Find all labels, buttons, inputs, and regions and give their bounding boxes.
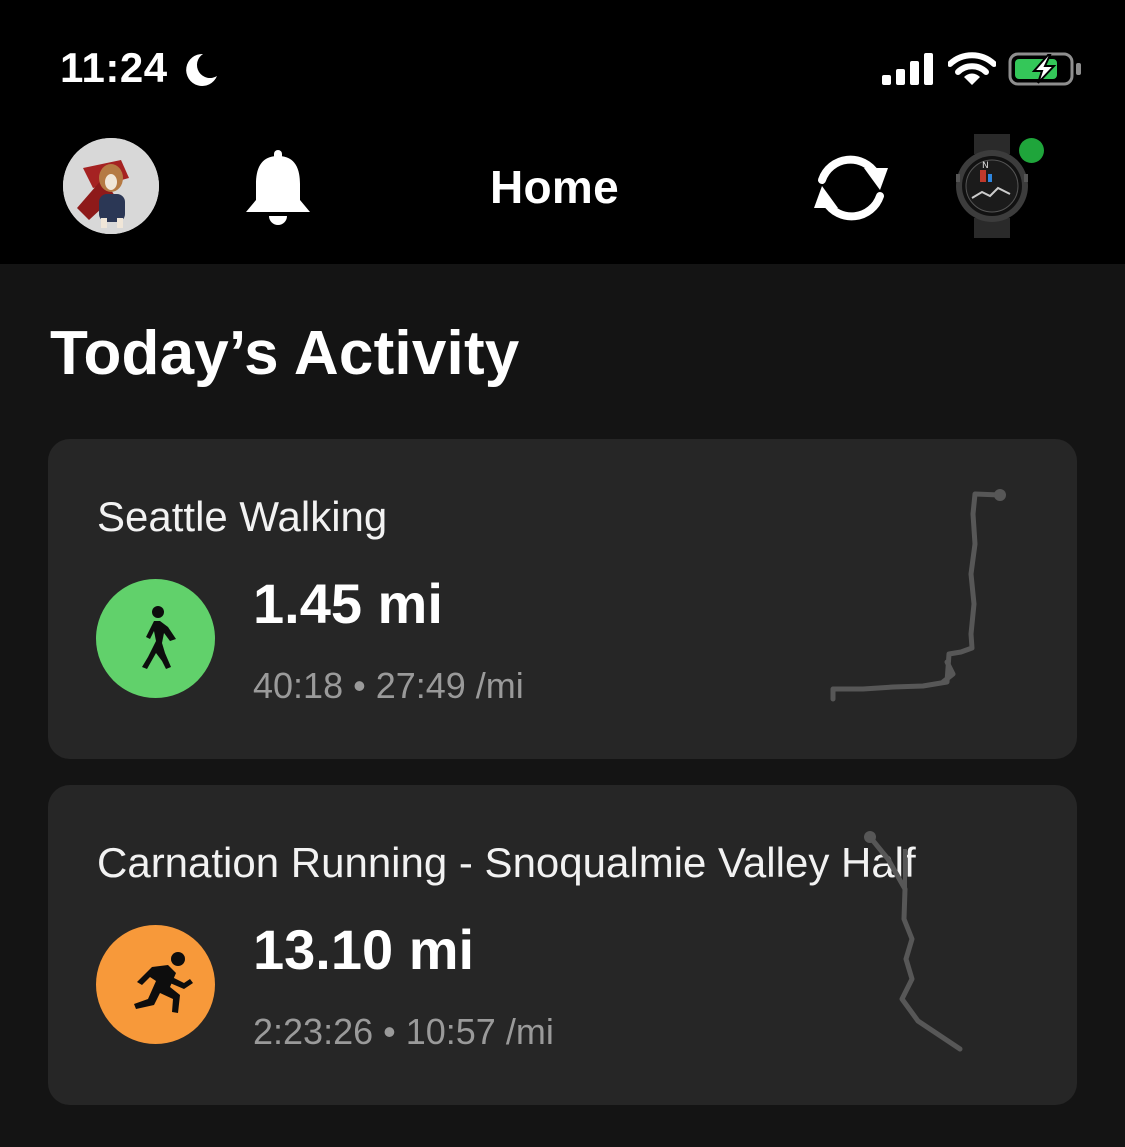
status-bar: 11:24: [0, 0, 1125, 130]
activity-stats: 40:18 • 27:49 /mi: [253, 665, 524, 707]
activity-distance: 1.45 mi: [253, 572, 443, 635]
route-map: [864, 831, 963, 1052]
nav-bar: Home N: [0, 130, 1125, 264]
wifi-icon: [948, 52, 996, 85]
stats-separator: •: [383, 1011, 396, 1052]
activity-name: Carnation Running - Snoqualmie Valley Ha…: [97, 839, 916, 886]
activity-name: Seattle Walking: [97, 493, 388, 540]
section-title: Today’s Activity: [50, 319, 520, 388]
route-map: [830, 489, 1006, 702]
stats-separator: •: [353, 665, 366, 706]
device-connected-indicator: [1019, 138, 1044, 163]
cellular-signal-icon: [882, 53, 933, 85]
activity-pace: 10:57 /mi: [405, 1011, 554, 1052]
activity-duration: 2:23:26: [253, 1011, 374, 1052]
sync-icon[interactable]: [808, 150, 894, 226]
battery-charging-icon: [1008, 52, 1081, 86]
activity-card-walking[interactable]: Seattle Walking 1.45 mi 40:18 • 27:49 /mi: [48, 439, 1077, 759]
walking-icon: [96, 579, 215, 698]
activity-distance: 13.10 mi: [253, 918, 475, 981]
status-time: 11:24: [60, 44, 168, 91]
moon-icon: [186, 53, 217, 86]
activity-duration: 40:18: [253, 665, 344, 706]
activity-pace: 27:49 /mi: [375, 665, 524, 706]
svg-text:N: N: [982, 161, 989, 171]
activity-card-running[interactable]: Carnation Running - Snoqualmie Valley Ha…: [48, 785, 1077, 1105]
running-icon: [96, 925, 215, 1044]
activity-stats: 2:23:26 • 10:57 /mi: [253, 1011, 554, 1053]
